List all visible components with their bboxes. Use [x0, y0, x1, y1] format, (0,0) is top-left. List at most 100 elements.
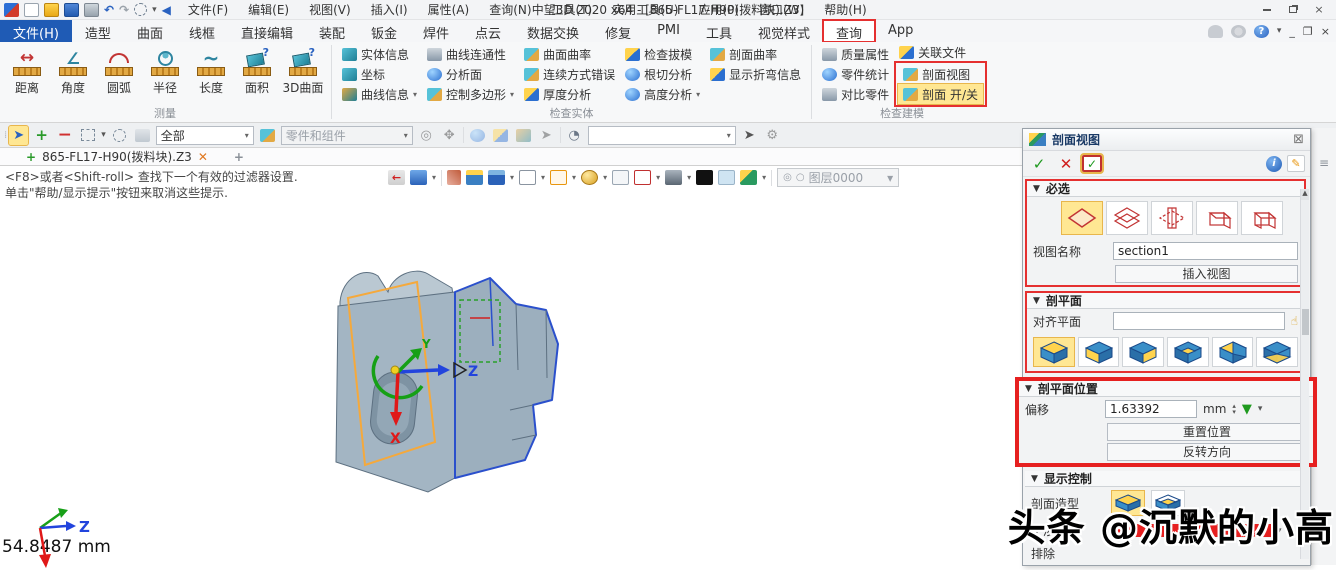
- menu-help[interactable]: 帮助(H): [815, 0, 875, 19]
- dropdown-icon[interactable]: ▾: [510, 90, 514, 99]
- btn-radius[interactable]: 半径: [142, 44, 188, 96]
- new-file-icon[interactable]: [24, 2, 39, 17]
- section-header-display-control[interactable]: ▼ 显示控制: [1025, 471, 1306, 487]
- column-filter-1-icon[interactable]: [468, 126, 487, 145]
- offset-expression-icon[interactable]: ▼: [1242, 402, 1252, 417]
- scope-dropdown[interactable]: 全部 ▾: [155, 125, 254, 145]
- entity-filter-icon[interactable]: [258, 126, 277, 145]
- btn-section-toggle[interactable]: 剖面 开/关: [897, 83, 984, 105]
- bounding-box-icon[interactable]: [550, 170, 568, 185]
- wireframe-view-icon[interactable]: [519, 170, 537, 185]
- section-header-required[interactable]: ▼ 必选: [1027, 181, 1304, 197]
- tab-sheet-metal[interactable]: 钣金: [358, 20, 410, 42]
- btn-continuity-error[interactable]: 连续方式错误: [519, 64, 620, 84]
- menu-attributes[interactable]: 属性(A): [419, 0, 479, 19]
- btn-thickness-analysis[interactable]: 厚度分析: [519, 84, 620, 104]
- toolbar-grip[interactable]: ⁞: [4, 130, 8, 141]
- tab-surface[interactable]: 曲面: [124, 20, 176, 42]
- display-mode-icon[interactable]: [665, 170, 683, 185]
- btn-angle[interactable]: ∠ 角度: [50, 44, 96, 96]
- layer-dropdown[interactable]: ◎ ○ 图层0000 ▾: [777, 168, 900, 187]
- zoom-sphere-dropdown-icon[interactable]: ▾: [603, 173, 607, 182]
- btn-arc[interactable]: 圆弧: [96, 44, 142, 96]
- manual-dropdown-icon[interactable]: ▾: [432, 173, 436, 182]
- section-type-offset-plane-button[interactable]: [1106, 201, 1148, 235]
- btn-section-curvature[interactable]: 剖面曲率: [705, 44, 806, 64]
- tab-file[interactable]: 文件(H): [0, 20, 72, 42]
- scrollbar-thumb[interactable]: [1302, 309, 1309, 335]
- tab-weldment[interactable]: 焊件: [410, 20, 462, 42]
- print-icon[interactable]: [84, 2, 99, 17]
- menu-file[interactable]: 文件(F): [179, 0, 237, 19]
- section-display-dropdown-icon[interactable]: ▾: [762, 173, 766, 182]
- tab-close-icon[interactable]: ✕: [198, 150, 208, 164]
- btn-compare-parts[interactable]: 对比零件: [817, 84, 894, 104]
- tab-wireframe[interactable]: 线框: [176, 20, 228, 42]
- tab-visual-style[interactable]: 视觉样式: [745, 20, 823, 42]
- btn-curve-connectivity[interactable]: 曲线连通性: [422, 44, 519, 64]
- collapse-icon[interactable]: ▼: [1033, 184, 1040, 194]
- btn-area[interactable]: ? 面积: [234, 44, 280, 96]
- btn-distance[interactable]: ↔ 距离: [4, 44, 50, 96]
- dropdown-icon[interactable]: ▾: [413, 90, 417, 99]
- window-select-icon[interactable]: [78, 126, 97, 145]
- menu-window[interactable]: 窗口(W): [750, 0, 813, 19]
- settings-gear-icon[interactable]: [1230, 24, 1246, 38]
- plane-xy-button[interactable]: [1033, 337, 1075, 367]
- offset-input[interactable]: [1105, 400, 1197, 418]
- plane-half-top-button[interactable]: [1167, 337, 1209, 367]
- tab-inquire[interactable]: 查询: [821, 19, 877, 43]
- insert-view-button[interactable]: 插入视图: [1115, 265, 1298, 283]
- lasso-select-icon[interactable]: [110, 126, 129, 145]
- menu-applications[interactable]: 应用(P): [689, 0, 748, 19]
- scroll-up-icon[interactable]: ▲: [1301, 189, 1309, 200]
- menu-tools[interactable]: 工具(T): [543, 0, 602, 19]
- menu-insert[interactable]: 插入(I): [362, 0, 417, 19]
- cloud-icon[interactable]: [1207, 24, 1223, 38]
- btn-control-polygon[interactable]: 控制多边形 ▾: [422, 84, 519, 104]
- apply-button[interactable]: ✓: [1080, 153, 1104, 174]
- panel-header[interactable]: 剖面视图 ⊠: [1023, 129, 1310, 151]
- tab-pin-icon[interactable]: +: [26, 150, 36, 164]
- reset-position-button[interactable]: 重置位置: [1107, 423, 1307, 441]
- btn-linked-files[interactable]: 关联文件: [894, 44, 987, 61]
- move-tool-icon[interactable]: ✥: [440, 126, 459, 145]
- btn-section-view[interactable]: 剖面视图: [898, 64, 983, 84]
- offset-unit[interactable]: mm: [1203, 402, 1226, 416]
- open-file-icon[interactable]: [44, 2, 59, 17]
- plane-xz-button[interactable]: [1077, 337, 1120, 367]
- entity-filter-dropdown[interactable]: 零件和组件 ▾: [280, 125, 413, 145]
- new-document-tab-button[interactable]: +: [218, 150, 260, 164]
- background-black-icon[interactable]: [696, 170, 714, 185]
- menu-inquire[interactable]: 查询(N): [480, 0, 540, 19]
- btn-mass-properties[interactable]: 质量属性: [817, 44, 894, 64]
- column-filter-3-icon[interactable]: [514, 126, 533, 145]
- manual-icon[interactable]: [410, 170, 427, 185]
- btn-analyze-face[interactable]: 分析面: [422, 64, 519, 84]
- model-3d[interactable]: Z X Y: [300, 250, 610, 540]
- view-name-input[interactable]: [1113, 242, 1298, 260]
- zoom-fit-dropdown-icon[interactable]: ▾: [656, 173, 660, 182]
- column-filter-2-icon[interactable]: [491, 126, 510, 145]
- offset-dropdown-icon[interactable]: ▾: [1258, 404, 1263, 414]
- layer-bulb-icon[interactable]: ◎: [783, 172, 792, 183]
- btn-length[interactable]: ~ 长度: [188, 44, 234, 96]
- collapse-icon[interactable]: ▼: [1031, 474, 1038, 484]
- bounding-box-dropdown-icon[interactable]: ▾: [572, 173, 576, 182]
- zoom-window-icon[interactable]: [612, 170, 630, 185]
- sketch-icon[interactable]: [447, 170, 462, 185]
- tab-repair[interactable]: 修复: [592, 20, 644, 42]
- pick-settings-icon[interactable]: ⚙: [763, 126, 782, 145]
- help-dropdown-icon[interactable]: ▾: [1277, 26, 1282, 36]
- view-orientation-dropdown-icon[interactable]: ▾: [510, 173, 514, 182]
- options-button[interactable]: ✎: [1287, 155, 1305, 172]
- reverse-direction-button[interactable]: 反转方向: [1107, 443, 1307, 461]
- btn-height-analysis[interactable]: 高度分析 ▾: [620, 84, 705, 104]
- align-plane-pick-icon[interactable]: ☝: [1291, 314, 1298, 328]
- display-mode-dropdown-icon[interactable]: ▾: [687, 173, 691, 182]
- section-type-three-plane-button[interactable]: [1151, 201, 1193, 235]
- redo-icon[interactable]: ↷: [119, 3, 129, 17]
- pick-last-icon[interactable]: ➤: [537, 126, 556, 145]
- close-button[interactable]: ×: [1308, 2, 1330, 17]
- section-header-plane-position[interactable]: ▼ 剖平面位置: [1019, 381, 1313, 397]
